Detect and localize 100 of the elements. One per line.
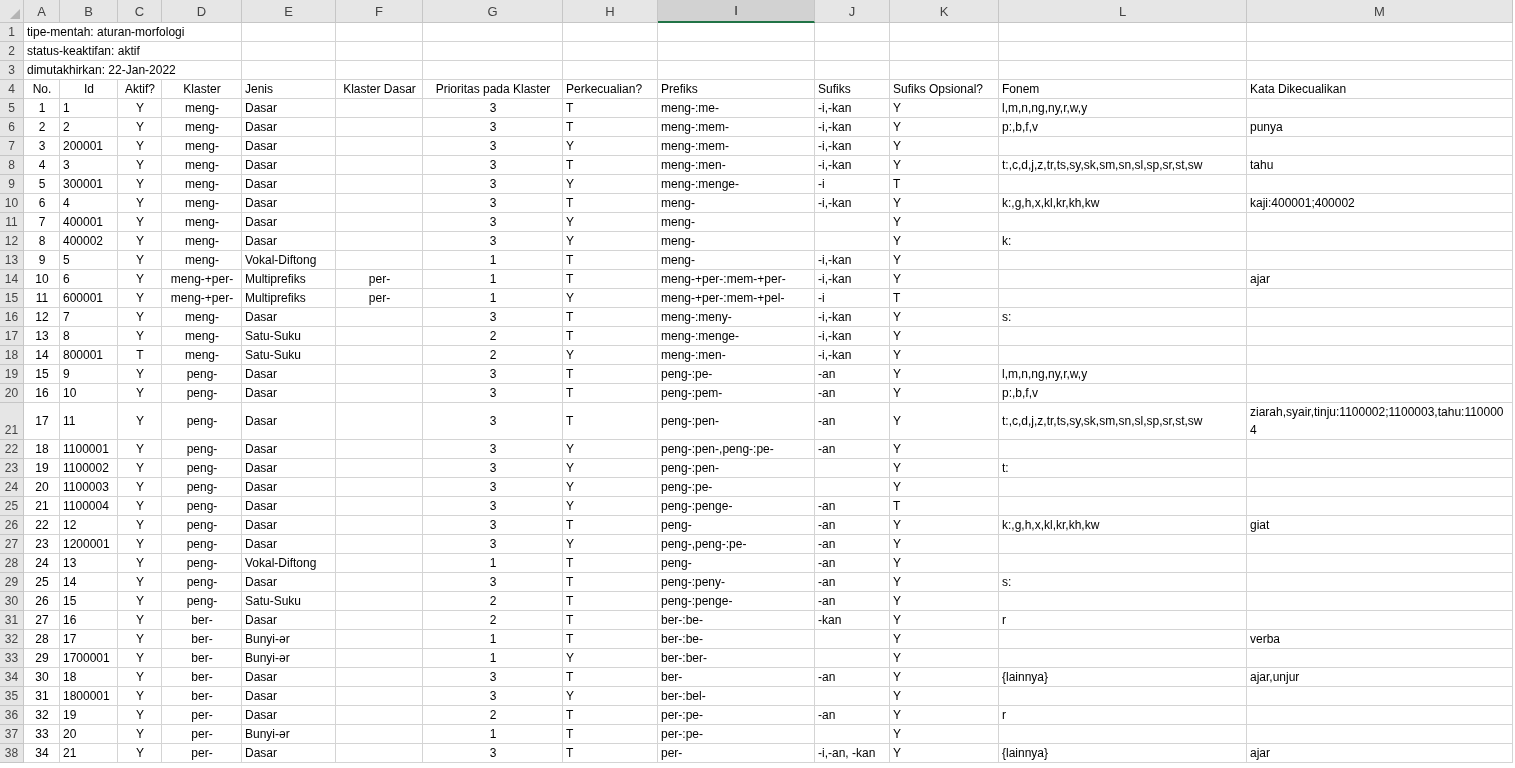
- column-header[interactable]: M: [1247, 0, 1513, 23]
- column-header[interactable]: K: [890, 0, 999, 23]
- table-cell-text: 1700001: [62, 650, 111, 667]
- row-header[interactable]: 11: [0, 213, 24, 232]
- column-header[interactable]: C: [118, 0, 162, 23]
- row-header[interactable]: 15: [0, 289, 24, 308]
- column-title: Klaster Dasar: [342, 81, 417, 98]
- table-cell-text: -i,-kan: [817, 157, 853, 174]
- row-header[interactable]: 19: [0, 365, 24, 384]
- table-cell-text: T: [565, 328, 575, 345]
- row-header[interactable]: 33: [0, 649, 24, 668]
- table-cell-text: meng-:mem-: [660, 138, 730, 155]
- row-header[interactable]: 25: [0, 497, 24, 516]
- select-all-icon[interactable]: [10, 9, 20, 19]
- row-header[interactable]: 14: [0, 270, 24, 289]
- table-cell-text: T: [565, 745, 575, 762]
- row-header[interactable]: 34: [0, 668, 24, 687]
- row-header[interactable]: 23: [0, 459, 24, 478]
- table-cell-text: Y: [892, 688, 902, 705]
- table-cell-text: Y: [892, 119, 902, 136]
- table-cell-text: meng-: [184, 252, 220, 269]
- table-cell-text: 28: [34, 631, 50, 648]
- table-cell-text: Vokal-Diftong: [244, 252, 318, 269]
- table-cell-text: ber-: [660, 669, 684, 686]
- table-cell-text: -an: [817, 574, 837, 591]
- row-header[interactable]: 6: [0, 118, 24, 137]
- row-header[interactable]: 21: [0, 403, 24, 440]
- column-header[interactable]: L: [999, 0, 1247, 23]
- table-cell-text: -an: [817, 593, 837, 610]
- table-cell-text: 20: [34, 479, 50, 496]
- row-header[interactable]: 20: [0, 384, 24, 403]
- table-cell-text: peng-: [185, 413, 219, 430]
- row-header[interactable]: 37: [0, 725, 24, 744]
- row-header[interactable]: 18: [0, 346, 24, 365]
- table-cell-text: -i,-kan: [817, 100, 853, 117]
- row-header[interactable]: 7: [0, 137, 24, 156]
- table-cell-text: peng-:penge-: [660, 498, 734, 515]
- row-header[interactable]: 22: [0, 440, 24, 459]
- column-header[interactable]: G: [423, 0, 563, 23]
- table-cell-text: peng-:peny-: [660, 574, 727, 591]
- table-cell-text: 13: [62, 555, 78, 572]
- row-header[interactable]: 29: [0, 573, 24, 592]
- column-header[interactable]: B: [60, 0, 118, 23]
- table-cell-text: l,m,n,ng,ny,r,w,y: [1001, 100, 1089, 117]
- row-header[interactable]: 3: [0, 61, 24, 80]
- row-header[interactable]: 30: [0, 592, 24, 611]
- table-cell-text: Y: [892, 593, 902, 610]
- table-cell-text: meng-: [184, 328, 220, 345]
- row-header[interactable]: 16: [0, 308, 24, 327]
- row-header[interactable]: 9: [0, 175, 24, 194]
- table-cell-text: Y: [892, 214, 902, 231]
- table-cell-text: Dasar: [244, 460, 278, 477]
- table-cell-text: -i: [817, 290, 826, 307]
- table-cell-text: -i,-kan: [817, 119, 853, 136]
- table-cell-text: 400001: [62, 214, 105, 231]
- column-header[interactable]: E: [242, 0, 336, 23]
- column-header[interactable]: H: [563, 0, 658, 23]
- table-cell-text: T: [565, 612, 575, 629]
- table-cell-text: -i,-kan: [817, 138, 853, 155]
- table-cell-text: Dasar: [244, 214, 278, 231]
- table-cell-text: 3: [488, 366, 498, 383]
- table-cell-text: 3: [488, 669, 498, 686]
- row-header[interactable]: 35: [0, 687, 24, 706]
- row-header[interactable]: 5: [0, 99, 24, 118]
- table-cell-text: 5: [62, 252, 71, 269]
- row-header[interactable]: 1: [0, 23, 24, 42]
- column-header[interactable]: I: [658, 0, 815, 23]
- table-cell-text: 19: [34, 460, 50, 477]
- table-cell-text: 800001: [62, 347, 105, 364]
- table-cell-text: Dasar: [244, 745, 278, 762]
- row-header[interactable]: 28: [0, 554, 24, 573]
- row-header[interactable]: 2: [0, 42, 24, 61]
- column-header[interactable]: D: [162, 0, 242, 23]
- table-cell-text: meng-: [184, 309, 220, 326]
- column-header[interactable]: F: [336, 0, 423, 23]
- table-cell-text: p:,b,f,v: [1001, 119, 1040, 136]
- table-cell-text: 25: [34, 574, 50, 591]
- row-header[interactable]: 31: [0, 611, 24, 630]
- row-header[interactable]: 27: [0, 535, 24, 554]
- row-header[interactable]: 26: [0, 516, 24, 535]
- table-cell-text: Y: [892, 366, 902, 383]
- table-cell-text: Y: [135, 688, 145, 705]
- row-header[interactable]: 32: [0, 630, 24, 649]
- table-cell-text: Y: [565, 479, 575, 496]
- column-header[interactable]: J: [815, 0, 890, 23]
- row-header[interactable]: 10: [0, 194, 24, 213]
- row-header[interactable]: 36: [0, 706, 24, 725]
- table-cell-text: 1: [488, 631, 498, 648]
- table-cell-text: 23: [34, 536, 50, 553]
- table-cell-text: meng-:men-: [660, 157, 727, 174]
- table-cell-text: Y: [135, 138, 145, 155]
- row-header[interactable]: 17: [0, 327, 24, 346]
- row-header[interactable]: 24: [0, 478, 24, 497]
- row-header[interactable]: 38: [0, 744, 24, 763]
- row-header[interactable]: 4: [0, 80, 24, 99]
- row-header[interactable]: 8: [0, 156, 24, 175]
- row-header[interactable]: 12: [0, 232, 24, 251]
- table-cell-text: Dasar: [244, 574, 278, 591]
- column-header[interactable]: A: [24, 0, 60, 23]
- row-header[interactable]: 13: [0, 251, 24, 270]
